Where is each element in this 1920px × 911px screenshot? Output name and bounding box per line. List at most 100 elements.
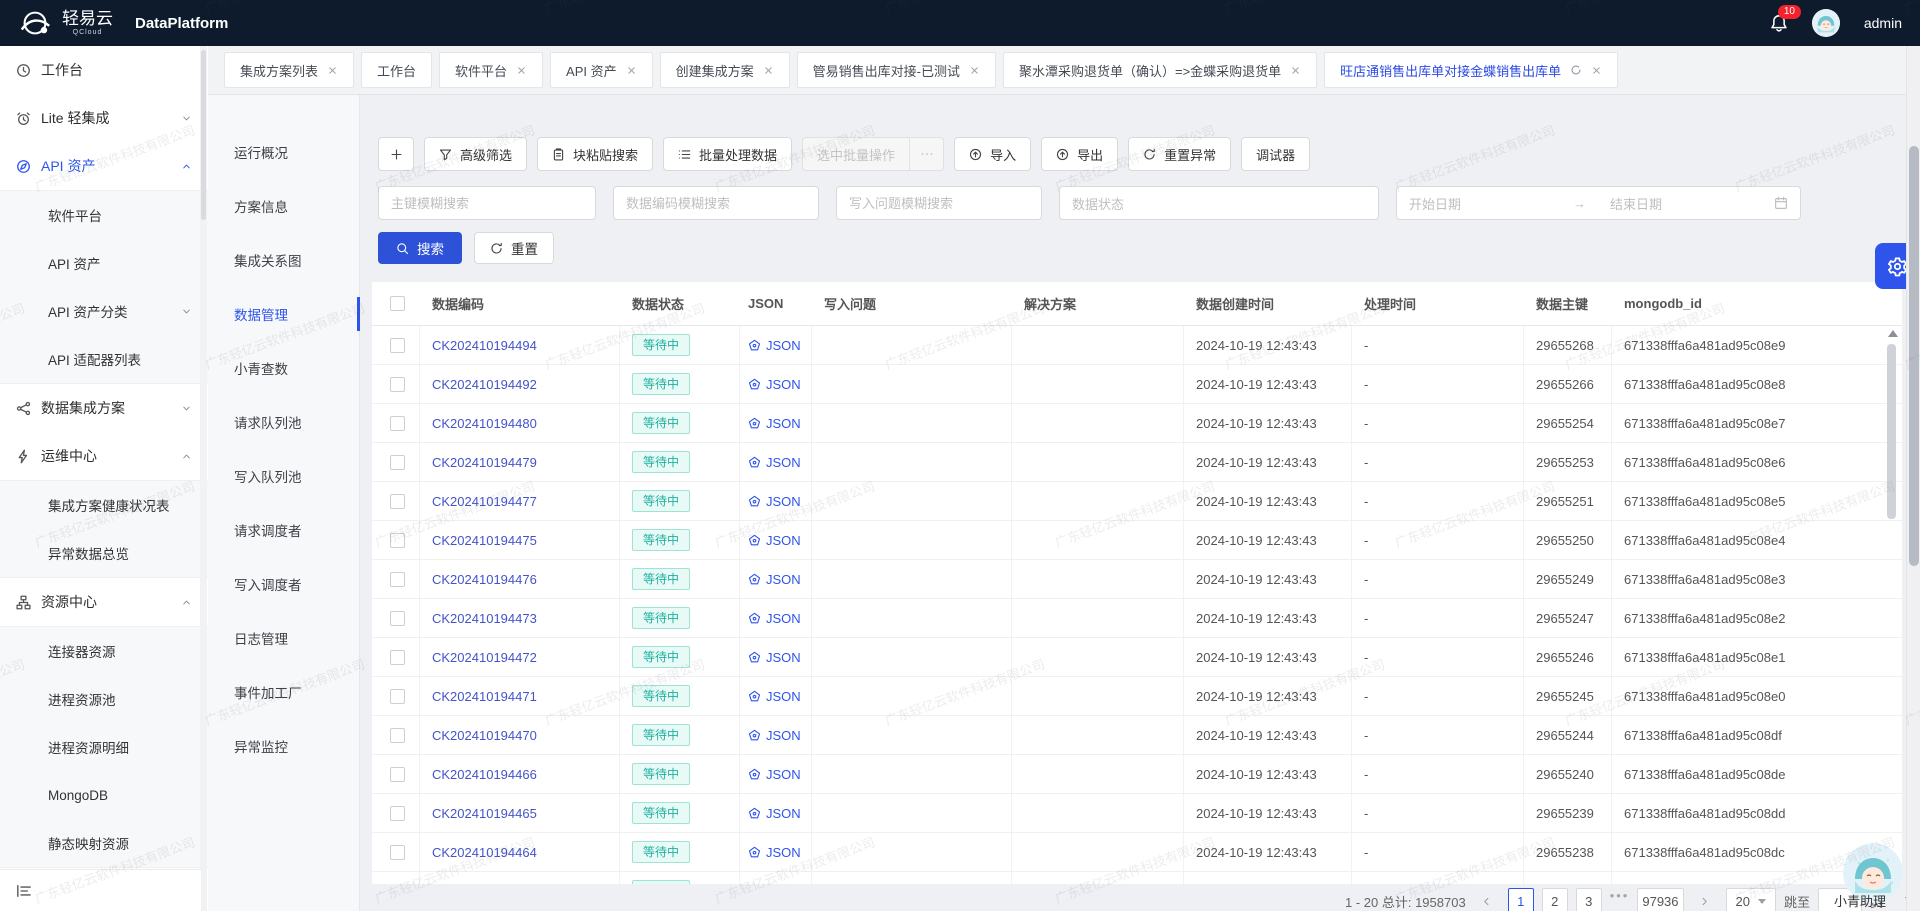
tab-close-icon[interactable] bbox=[626, 65, 637, 76]
json-link[interactable]: JSON bbox=[748, 377, 801, 392]
notifications-button[interactable]: 10 bbox=[1770, 14, 1788, 32]
sidebar-subitem[interactable]: 进程资源明细 bbox=[0, 723, 208, 771]
row-checkbox[interactable] bbox=[390, 455, 405, 470]
tab[interactable]: 聚水潭采购退货单（确认）=>金蝶采购退货单 bbox=[1003, 52, 1317, 88]
add-button[interactable] bbox=[378, 137, 414, 171]
row-checkbox[interactable] bbox=[390, 767, 405, 782]
page-number-button[interactable]: 2 bbox=[1542, 888, 1568, 911]
tab-close-icon[interactable] bbox=[1290, 65, 1301, 76]
status-select[interactable]: 数据状态 bbox=[1059, 186, 1379, 220]
scheme-menu-item[interactable]: 写入调度者 bbox=[208, 557, 359, 611]
sidebar-item[interactable]: 运维中心 bbox=[0, 432, 208, 480]
table-scrollbar-thumb[interactable] bbox=[1887, 344, 1896, 519]
page-number-button[interactable]: 1 bbox=[1508, 888, 1534, 911]
data-code-link[interactable]: CK202410194477 bbox=[432, 494, 537, 509]
row-checkbox[interactable] bbox=[390, 689, 405, 704]
assistant-label[interactable]: 小青助理 bbox=[1834, 891, 1886, 910]
page-scrollbar-thumb[interactable] bbox=[1909, 146, 1919, 566]
tab[interactable]: 旺店通销售出库单对接金蝶销售出库单 bbox=[1324, 52, 1618, 88]
scheme-menu-item[interactable]: 方案信息 bbox=[208, 179, 359, 233]
sidebar-subitem[interactable]: 软件平台 bbox=[0, 191, 208, 239]
row-checkbox[interactable] bbox=[390, 494, 405, 509]
tab-close-icon[interactable] bbox=[327, 65, 338, 76]
issue-search-input[interactable] bbox=[836, 186, 1042, 220]
data-code-link[interactable]: CK202410194465 bbox=[432, 806, 537, 821]
sidebar-item[interactable]: Lite 轻集成 bbox=[0, 94, 208, 142]
select-all-checkbox[interactable] bbox=[390, 296, 405, 311]
advanced-filter-button[interactable]: 高级筛选 bbox=[424, 137, 527, 171]
tab[interactable]: API 资产 bbox=[550, 52, 653, 88]
json-link[interactable]: JSON bbox=[748, 416, 801, 431]
selected-batch-more-button[interactable] bbox=[909, 138, 943, 170]
scheme-menu-item[interactable]: 集成关系图 bbox=[208, 233, 359, 287]
sidebar-subitem[interactable]: MongoDB bbox=[0, 771, 208, 819]
sidebar-item[interactable]: 资源中心 bbox=[0, 578, 208, 626]
data-code-link[interactable]: CK202410194492 bbox=[432, 377, 537, 392]
json-link[interactable]: JSON bbox=[748, 494, 801, 509]
page-scrollbar[interactable] bbox=[1906, 46, 1920, 911]
next-page-button[interactable] bbox=[1692, 888, 1718, 911]
export-button[interactable]: 导出 bbox=[1041, 137, 1118, 171]
tab[interactable]: 工作台 bbox=[361, 52, 432, 88]
prev-page-button[interactable] bbox=[1474, 888, 1500, 911]
sidebar-scrollbar[interactable] bbox=[200, 46, 207, 911]
page-ellipsis[interactable]: ••• bbox=[1610, 888, 1630, 911]
scheme-menu-item[interactable]: 异常监控 bbox=[208, 719, 359, 773]
row-checkbox[interactable] bbox=[390, 884, 405, 885]
tab[interactable]: 管易销售出库对接-已测试 bbox=[797, 52, 996, 88]
json-link[interactable]: JSON bbox=[748, 728, 801, 743]
username[interactable]: admin bbox=[1864, 15, 1902, 31]
sidebar-subitem[interactable]: 连接器资源 bbox=[0, 627, 208, 675]
sidebar-subitem[interactable]: 集成方案健康状况表 bbox=[0, 481, 208, 529]
reset-errors-button[interactable]: 重置异常 bbox=[1128, 137, 1231, 171]
scheme-menu-item[interactable]: 请求调度者 bbox=[208, 503, 359, 557]
row-checkbox[interactable] bbox=[390, 572, 405, 587]
sidebar-subitem[interactable]: API 适配器列表 bbox=[0, 335, 208, 383]
page-number-button[interactable]: 3 bbox=[1576, 888, 1602, 911]
data-code-link[interactable]: CK202410194494 bbox=[432, 338, 537, 353]
json-link[interactable]: JSON bbox=[748, 845, 801, 860]
scheme-menu-item[interactable]: 写入队列池 bbox=[208, 449, 359, 503]
json-link[interactable]: JSON bbox=[748, 767, 801, 782]
collapse-sidebar-icon[interactable] bbox=[16, 883, 32, 899]
reset-button[interactable]: 重置 bbox=[474, 232, 554, 264]
row-checkbox[interactable] bbox=[390, 533, 405, 548]
sidebar-subitem[interactable]: 进程资源池 bbox=[0, 675, 208, 723]
sidebar-item[interactable]: 数据集成方案 bbox=[0, 384, 208, 432]
sidebar-subitem[interactable]: 异常数据总览 bbox=[0, 529, 208, 577]
row-checkbox[interactable] bbox=[390, 611, 405, 626]
scheme-menu-item[interactable]: 请求队列池 bbox=[208, 395, 359, 449]
row-checkbox[interactable] bbox=[390, 377, 405, 392]
tab[interactable]: 软件平台 bbox=[439, 52, 543, 88]
data-code-link[interactable]: CK202410194480 bbox=[432, 416, 537, 431]
data-code-link[interactable]: CK202410194470 bbox=[432, 728, 537, 743]
scheme-menu-item[interactable]: 数据管理 bbox=[208, 287, 359, 341]
debugger-button[interactable]: 调试器 bbox=[1241, 137, 1310, 171]
json-link[interactable]: JSON bbox=[748, 806, 801, 821]
sidebar-scrollbar-thumb[interactable] bbox=[201, 50, 206, 220]
selected-batch-button[interactable]: 选中批量操作 bbox=[803, 138, 909, 170]
tab[interactable]: 创建集成方案 bbox=[660, 52, 790, 88]
data-code-link[interactable]: CK202410194473 bbox=[432, 611, 537, 626]
tab-close-icon[interactable] bbox=[969, 65, 980, 76]
json-link[interactable]: JSON bbox=[748, 572, 801, 587]
json-link[interactable]: JSON bbox=[748, 611, 801, 626]
sidebar-subitem[interactable]: API 资产分类 bbox=[0, 287, 208, 335]
json-link[interactable]: JSON bbox=[748, 455, 801, 470]
scheme-menu-item[interactable]: 运行概况 bbox=[208, 125, 359, 179]
tab-close-icon[interactable] bbox=[1591, 65, 1602, 76]
code-search-input[interactable] bbox=[613, 186, 819, 220]
data-code-link[interactable]: CK202410194476 bbox=[432, 572, 537, 587]
sidebar-subitem[interactable]: API 资产 bbox=[0, 239, 208, 287]
data-code-link[interactable]: CK202410194472 bbox=[432, 650, 537, 665]
data-code-link[interactable]: CK202410194466 bbox=[432, 767, 537, 782]
page-size-select[interactable]: 20 bbox=[1726, 888, 1776, 911]
data-code-link[interactable]: CK202410194475 bbox=[432, 533, 537, 548]
json-link[interactable]: JSON bbox=[748, 533, 801, 548]
json-link[interactable]: JSON bbox=[748, 338, 801, 353]
page-number-button[interactable]: 97936 bbox=[1637, 888, 1683, 911]
json-link[interactable]: JSON bbox=[748, 689, 801, 704]
row-checkbox[interactable] bbox=[390, 416, 405, 431]
date-range-picker[interactable]: 开始日期 → 结束日期 bbox=[1396, 186, 1801, 220]
scheme-menu-item[interactable]: 小青查数 bbox=[208, 341, 359, 395]
